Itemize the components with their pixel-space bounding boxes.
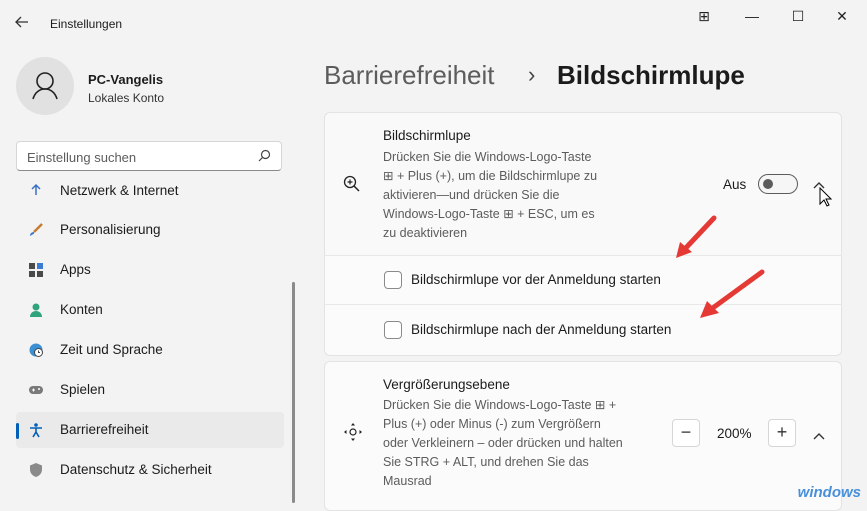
search-input[interactable]: Einstellung suchen [16, 141, 282, 171]
mouse-cursor-icon [819, 186, 833, 212]
sidebar-item-network[interactable]: Netzwerk & Internet [16, 180, 284, 209]
sidebar-item-accounts[interactable]: Konten [16, 292, 284, 328]
magnifier-description: Drücken Sie die Windows-Logo-Taste ⊞ + P… [383, 150, 598, 240]
sidebar-item-label: Barrierefreiheit [60, 422, 149, 437]
sidebar-item-label: Netzwerk & Internet [60, 183, 179, 198]
snap-layout-button[interactable]: ⊞ [692, 6, 716, 26]
page-title: Bildschirmlupe [557, 60, 745, 90]
account-type: Lokales Konto [88, 91, 165, 105]
apps-icon [28, 262, 44, 278]
checkbox-before-login[interactable] [384, 271, 402, 289]
sidebar-item-label: Datenschutz & Sicherheit [60, 462, 212, 477]
option-label: Bildschirmlupe vor der Anmeldung starten [411, 272, 661, 287]
sidebar-item-label: Personalisierung [60, 222, 161, 237]
back-arrow-icon [15, 16, 28, 28]
person-icon [28, 302, 44, 318]
shield-icon [28, 462, 44, 478]
zoom-decrease-button[interactable]: − [672, 419, 700, 447]
minimize-button[interactable]: — [740, 6, 764, 26]
sidebar-item-gaming[interactable]: Spielen [16, 372, 284, 408]
zoom-description: Drücken Sie die Windows-Logo-Taste ⊞ + P… [383, 398, 623, 488]
avatar[interactable] [16, 57, 74, 115]
search-icon [258, 149, 271, 165]
watermark-logo: windows [797, 484, 861, 501]
user-name: PC-Vangelis [88, 72, 164, 87]
annotation-arrow-icon [676, 215, 717, 258]
zoom-value: 200% [717, 426, 752, 441]
zoom-increase-button[interactable]: + [768, 419, 796, 447]
app-title: Einstellungen [50, 17, 123, 31]
search-placeholder: Einstellung suchen [27, 150, 137, 165]
gamepad-icon [28, 382, 44, 398]
sidebar-item-privacy[interactable]: Datenschutz & Sicherheit [16, 452, 284, 488]
sidebar-item-label: Apps [60, 262, 91, 277]
close-button[interactable]: ✕ [830, 6, 854, 26]
sidebar-scrollbar[interactable] [292, 282, 295, 503]
magnifier-title: Bildschirmlupe [383, 128, 471, 143]
accessibility-icon [28, 422, 44, 438]
magnifier-toggle[interactable] [758, 174, 798, 194]
maximize-button[interactable]: ☐ [786, 6, 810, 26]
zoom-collapse-chevron-icon[interactable] [812, 428, 826, 446]
move-zoom-icon [343, 422, 363, 447]
user-icon [32, 72, 58, 100]
sidebar-item-accessibility[interactable]: Barrierefreiheit [16, 412, 284, 448]
magnifier-card: Bildschirmlupe Drücken Sie die Windows-L… [324, 112, 842, 256]
sidebar-item-label: Konten [60, 302, 103, 317]
sidebar-item-label: Spielen [60, 382, 106, 397]
zoom-title: Vergrößerungsebene [383, 377, 510, 392]
checkbox-after-login[interactable] [384, 321, 402, 339]
magnifier-icon [343, 175, 361, 198]
sidebar-item-time-language[interactable]: Zeit und Sprache [16, 332, 284, 368]
magnifier-toggle-label: Aus [723, 177, 747, 192]
zoom-level-card: Vergrößerungsebene Drücken Sie die Windo… [324, 361, 842, 511]
globe-clock-icon [28, 342, 44, 358]
sidebar-nav: Netzwerk & Internet Personalisierung App… [16, 180, 286, 503]
sidebar-item-personalization[interactable]: Personalisierung [16, 212, 284, 248]
network-icon [28, 183, 44, 199]
option-label: Bildschirmlupe nach der Anmeldung starte… [411, 322, 672, 337]
sidebar-item-label: Zeit und Sprache [60, 342, 163, 357]
annotation-arrow-icon [700, 269, 765, 318]
sidebar-item-apps[interactable]: Apps [16, 252, 284, 288]
breadcrumb-separator: › [528, 62, 536, 87]
breadcrumb-parent[interactable]: Barrierefreiheit [324, 60, 495, 91]
brush-icon [28, 222, 44, 238]
back-button[interactable] [14, 14, 34, 34]
